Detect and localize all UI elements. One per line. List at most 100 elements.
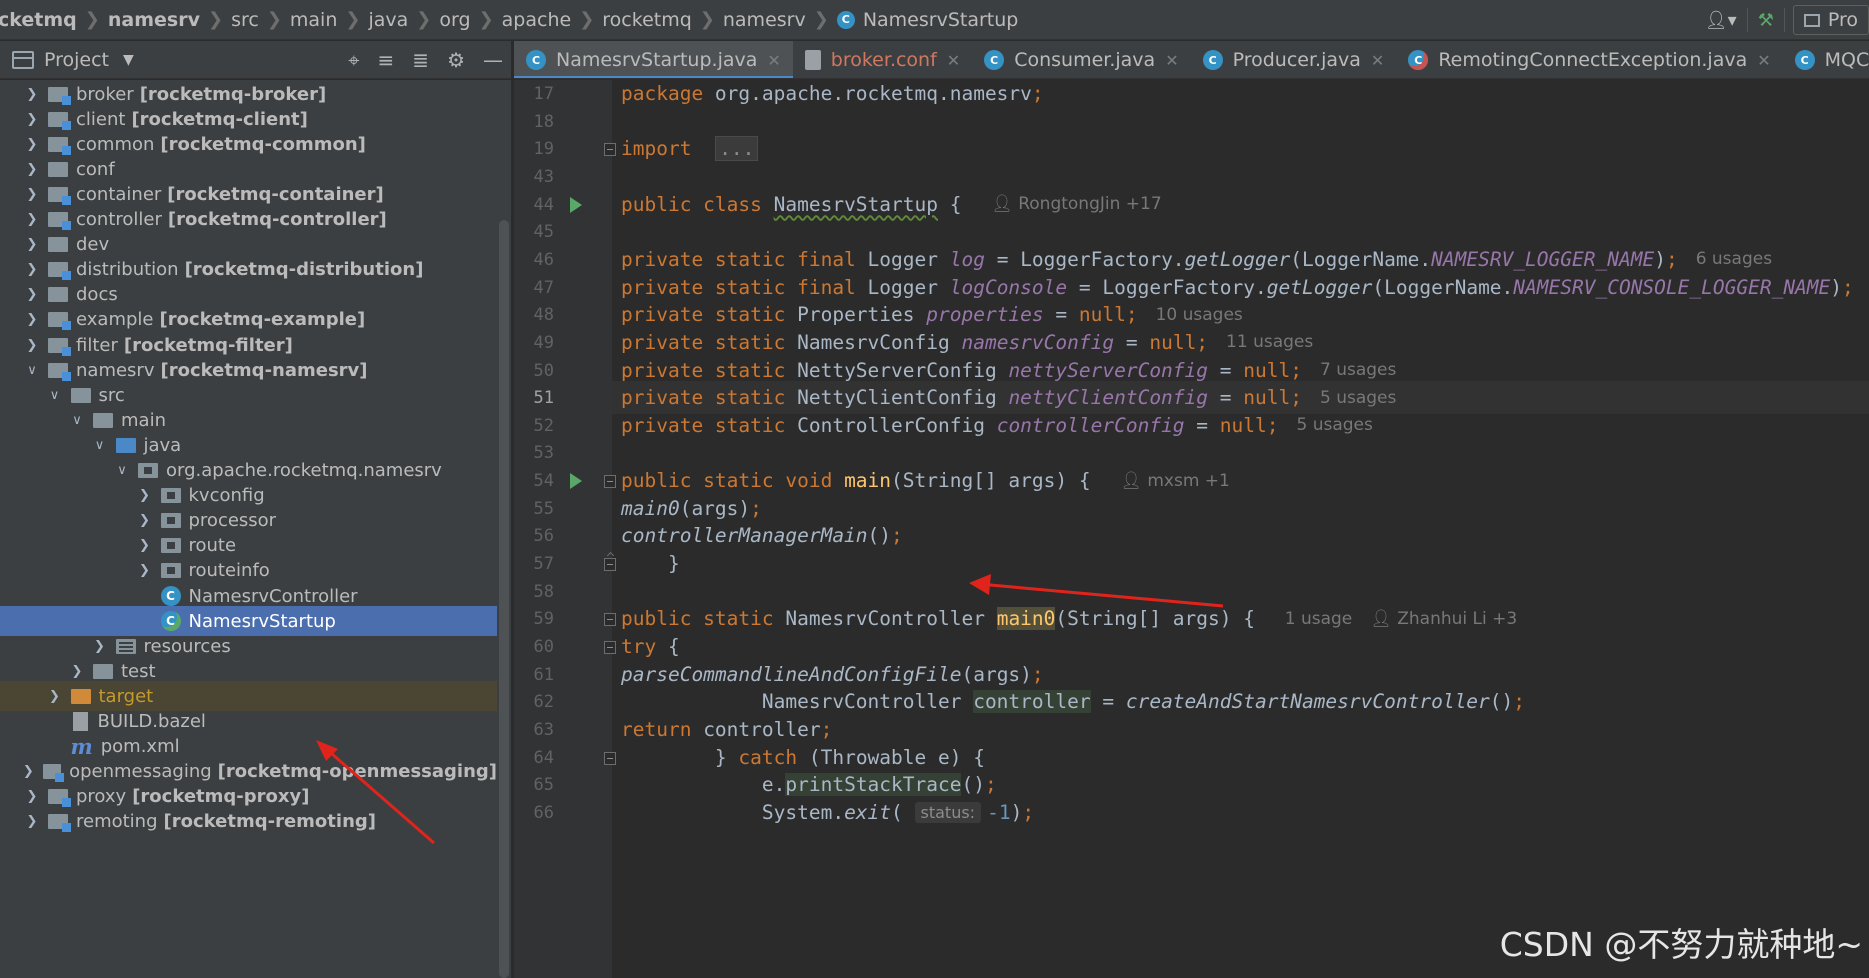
chevron-down-icon[interactable]: ∨ [114,463,130,478]
collapse-all-icon[interactable]: ≣ [412,48,429,72]
chevron-right-icon[interactable]: ❯ [24,112,40,127]
chevron-right-icon[interactable]: ❯ [69,664,85,679]
editor-tab[interactable]: C MQClientInstan [1783,41,1869,78]
tree-item-label: org.apache.rocketmq.namesrv [166,460,442,481]
editor-gutter[interactable]: 17 18 19 43 44 45 46 47 48 49 50 51 52 53 54 55 56 57 58 59… [514,80,616,978]
code-line[interactable]: } [621,547,680,580]
chevron-right-icon[interactable]: ❯ [137,538,153,553]
close-tab-icon[interactable]: ✕ [1165,51,1178,70]
chevron-down-icon[interactable]: ∨ [92,438,108,453]
breadcrumb-item[interactable]: C NamesrvStartup [836,0,1018,40]
line-number: 55 [533,498,554,519]
chevron-down-icon: ▼ [123,51,134,68]
code-line[interactable]: System. exit( status: -1); [621,796,1034,829]
tree-item-label: dev [76,234,110,256]
run-configuration-selector[interactable]: Pro [1792,5,1869,35]
breadcrumb-item[interactable]: org [439,0,470,40]
chevron-right-icon[interactable]: ❯ [24,87,40,102]
run-config-label: Pro [1827,9,1858,31]
chevron-right-icon[interactable]: ❯ [24,162,40,177]
breadcrumb-label: main [289,8,338,31]
tree-item[interactable]: ❯ remoting [rocketmq-remoting] [0,807,497,837]
close-tab-icon[interactable]: ✕ [767,51,780,70]
editor-tab[interactable]: C Consumer.java ✕ [972,41,1190,78]
scrollbar-thumb[interactable] [499,220,509,978]
code-editor[interactable]: 17 18 19 43 44 45 46 47 48 49 50 51 52 53 54 55 56 57 58 59… [514,80,1869,978]
hide-panel-icon[interactable]: — [483,48,503,72]
fold-marker-icon[interactable] [604,751,616,765]
chevron-right-icon[interactable]: ❯ [92,639,108,654]
fold-marker-icon[interactable] [604,613,616,627]
module-folder-icon [48,212,71,230]
fold-marker-icon[interactable] [604,558,616,572]
tree-item-label: client [76,108,126,130]
folder-icon [48,287,68,303]
user-icon[interactable]: 👤︎▾ [1695,0,1747,40]
class-icon: C [836,10,855,29]
chevron-down-icon[interactable]: ∨ [24,363,40,378]
package-icon [160,563,181,579]
chevron-right-icon[interactable]: ❯ [21,764,35,779]
chevron-right-icon[interactable]: ❯ [137,563,153,578]
editor-tab[interactable]: C Producer.java ✕ [1191,41,1397,78]
code-line[interactable]: public class NamesrvStartup { 👤︎ Rongton… [621,188,1162,221]
fold-marker-icon[interactable] [604,143,616,157]
expand-all-icon[interactable]: ≡ [378,48,395,72]
close-tab-icon[interactable]: ✕ [1757,51,1770,70]
chevron-right-icon[interactable]: ❯ [24,137,40,152]
tree-item-module: [rocketmq-distribution] [184,259,424,281]
fold-marker-icon[interactable] [604,475,616,489]
run-gutter-icon[interactable] [570,196,582,213]
project-view-selector[interactable]: Project ▼ [12,49,134,71]
chevron-right-icon[interactable]: ❯ [24,187,40,202]
breadcrumb-item[interactable]: cketmq [0,0,77,40]
chevron-right-icon[interactable]: ❯ [24,287,40,302]
breadcrumb-item[interactable]: rocketmq [602,0,692,40]
editor-tab[interactable]: broker.conf ✕ [793,41,972,78]
bazel-file-icon [72,712,88,731]
breadcrumb-label: namesrv [722,8,806,31]
breadcrumb-item[interactable]: namesrv [108,0,200,40]
breadcrumb-item[interactable]: java [368,0,408,40]
close-tab-icon[interactable]: ✕ [947,51,960,70]
close-tab-icon[interactable]: ✕ [1371,51,1384,70]
project-tree-scrollbar[interactable] [497,80,511,978]
locate-file-icon[interactable]: ⌖ [348,48,359,72]
chevron-right-icon[interactable]: ❯ [24,814,40,829]
tree-item-module: [rocketmq-proxy] [132,786,310,808]
fold-marker-icon[interactable] [604,641,616,654]
build-hammer-icon[interactable]: ⚒ [1748,0,1784,40]
tree-item-label: NamesrvStartup [188,610,336,632]
breadcrumb-separator-icon: ❯ [478,9,494,30]
chevron-down-icon[interactable]: ∨ [47,388,63,403]
editor-tab[interactable]: C NamesrvStartup.java ✕ [514,41,793,78]
code-line[interactable]: public static NamesrvController main0 (St… [621,602,1517,635]
chevron-right-icon[interactable]: ❯ [24,237,40,252]
chevron-right-icon[interactable]: ❯ [137,488,153,503]
project-tree[interactable]: ❯ broker [rocketmq-broker] ❯ client [rocketmq… [0,80,497,978]
chevron-right-icon[interactable]: ❯ [24,338,40,353]
tree-item-label: example [76,309,154,331]
tab-label: NamesrvStartup.java [556,49,758,71]
line-number: 62 [533,692,554,713]
chevron-right-icon[interactable]: ❯ [24,312,40,327]
code-line[interactable]: import ... [621,132,759,165]
settings-gear-icon[interactable]: ⚙ [447,48,465,72]
code-line[interactable]: package org.apache.rocketmq.namesrv; [621,80,1044,110]
breadcrumb-item[interactable]: src [231,0,259,40]
code-line[interactable]: private static ControllerConfig controll… [621,409,1373,442]
chevron-right-icon[interactable]: ❯ [24,262,40,277]
chevron-right-icon[interactable]: ❯ [137,513,153,528]
chevron-right-icon[interactable]: ❯ [47,689,63,704]
breadcrumb-item[interactable]: namesrv [723,0,806,40]
run-gutter-icon[interactable] [570,473,582,490]
breadcrumb-item[interactable]: apache [502,0,572,40]
tree-item-label: NamesrvController [188,585,358,607]
chevron-right-icon[interactable]: ❯ [24,212,40,227]
chevron-right-icon[interactable]: ❯ [24,789,40,804]
editor-tab[interactable]: C RemotingConnectException.java ✕ [1396,41,1782,78]
module-folder-icon [48,186,71,205]
chevron-down-icon[interactable]: ∨ [69,413,85,428]
breadcrumb-separator-icon: ❯ [699,9,715,30]
breadcrumb-item[interactable]: main [290,0,337,40]
